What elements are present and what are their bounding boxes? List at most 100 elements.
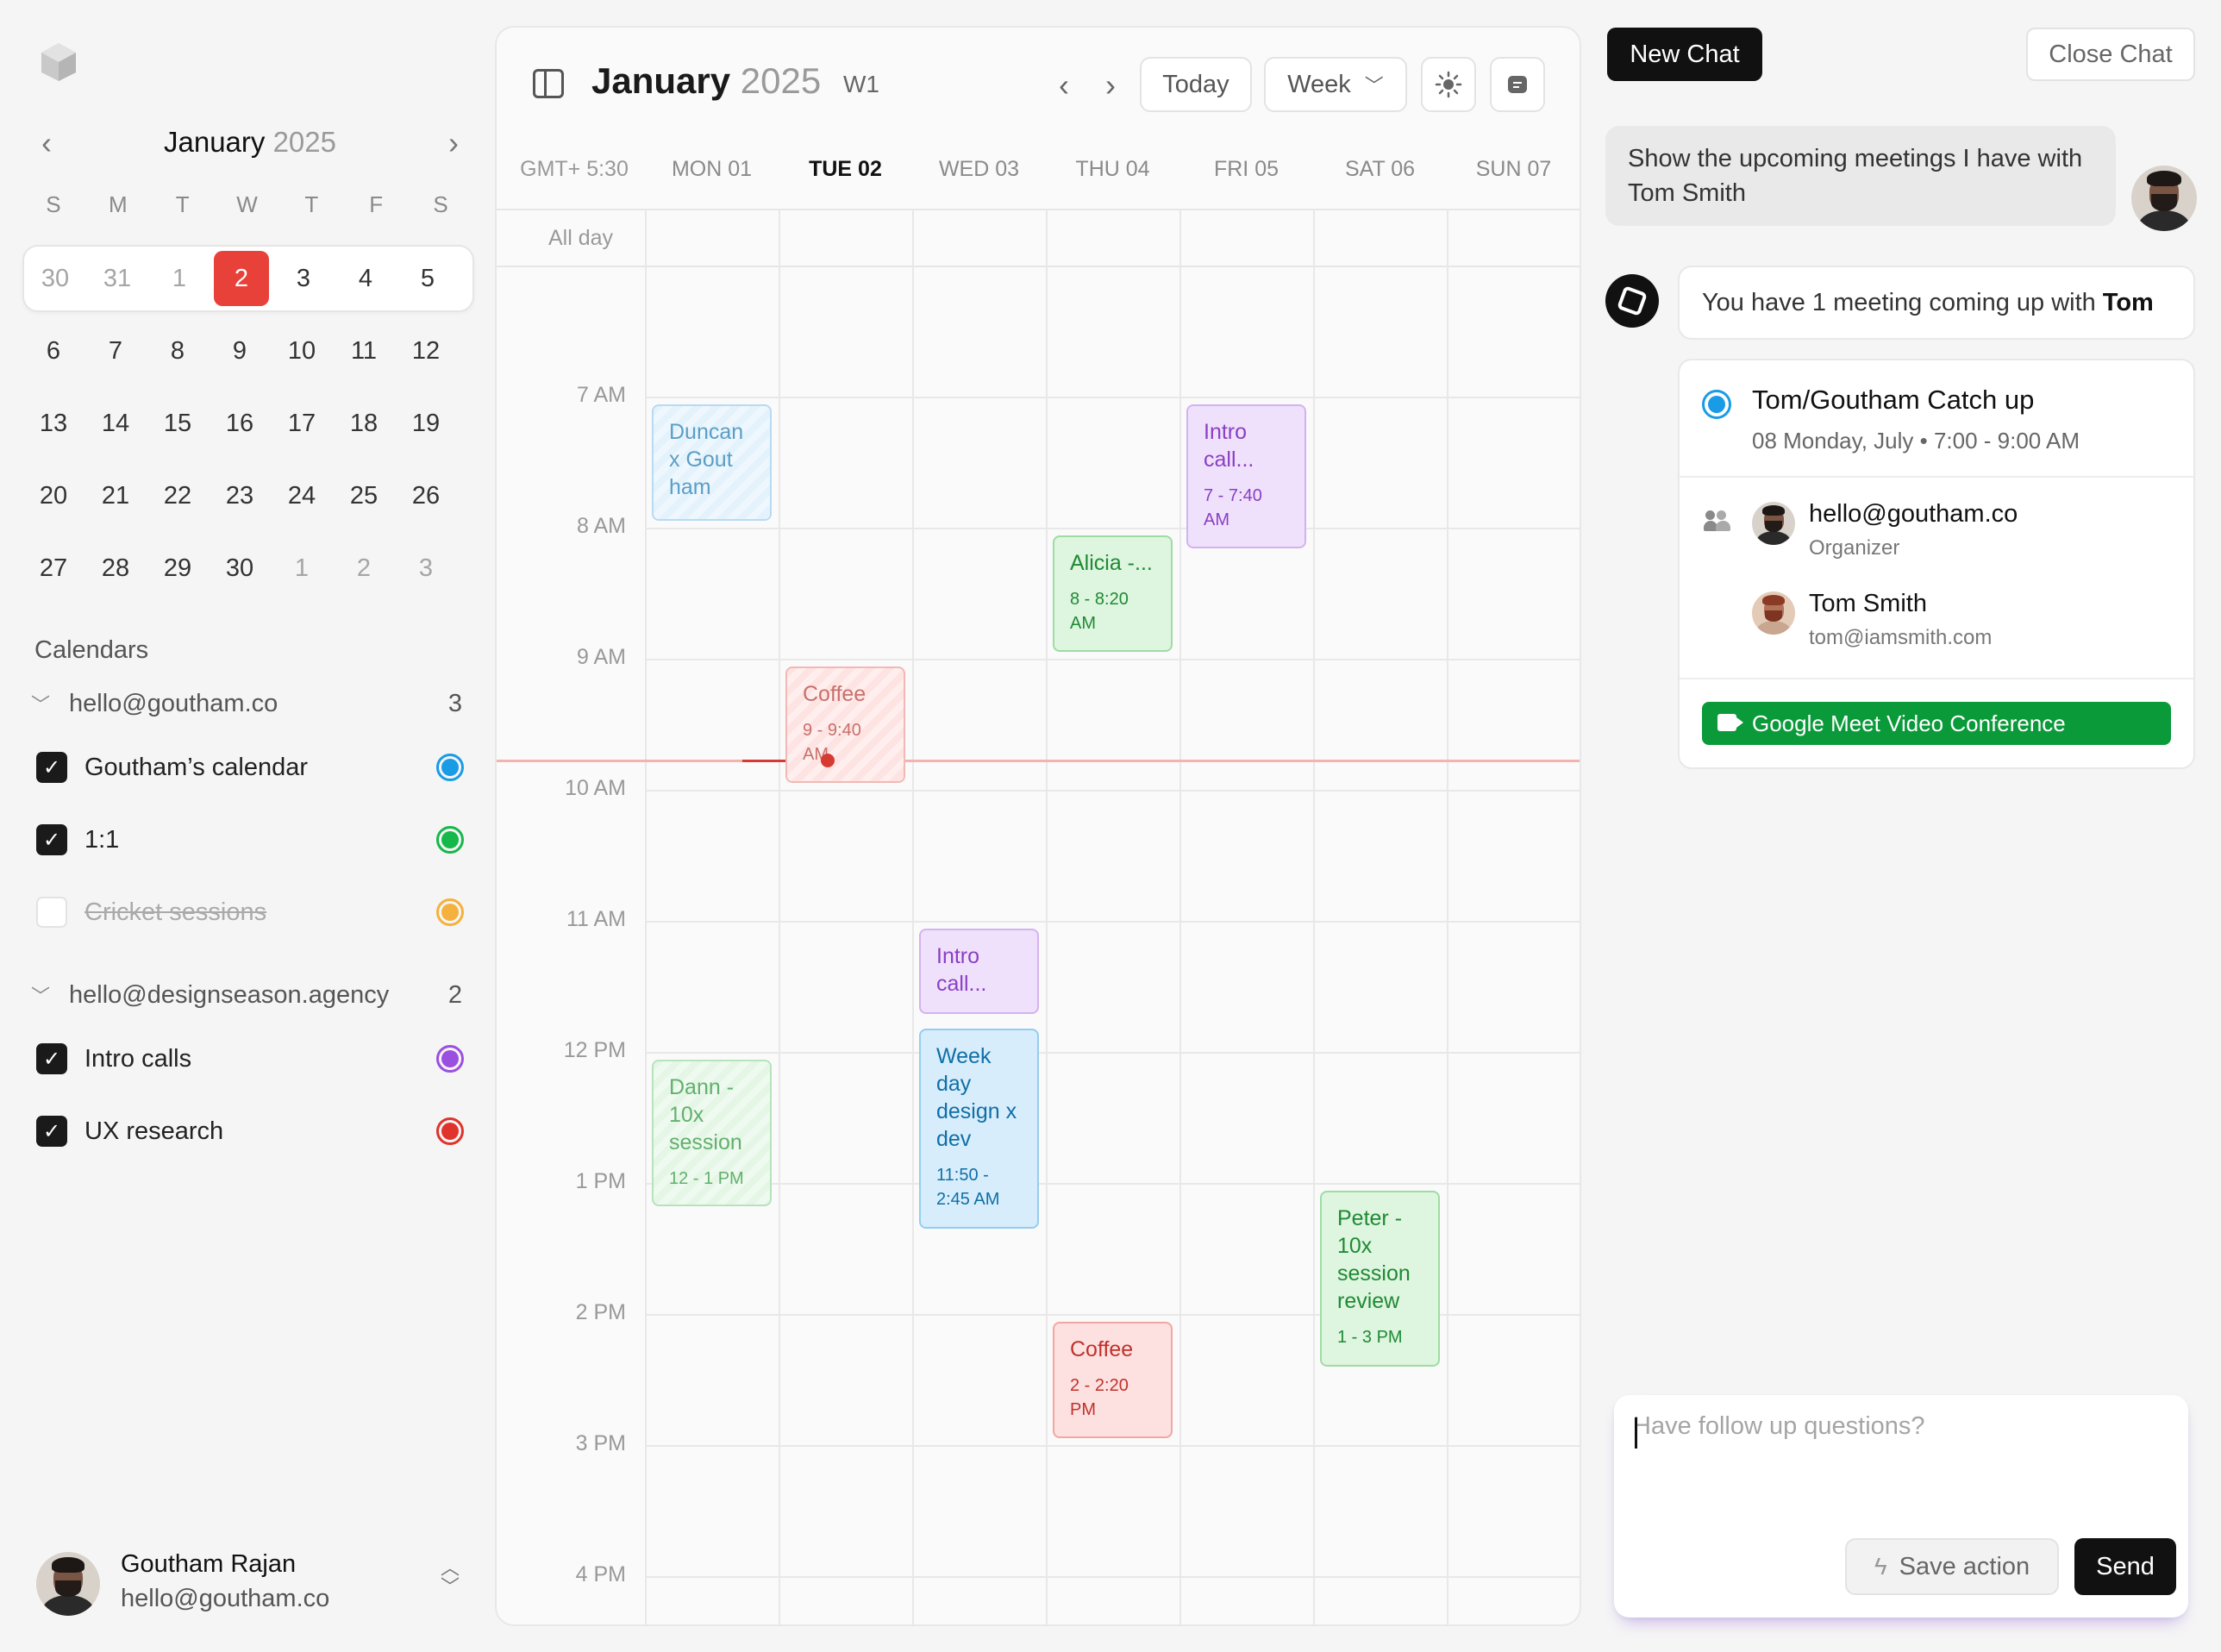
chat-toggle-button[interactable] (1490, 57, 1545, 112)
mini-day[interactable]: 1 (148, 251, 210, 306)
calendar-event[interactable]: Alicia -... 8 - 8:20 AM (1053, 535, 1173, 653)
mini-day[interactable]: 31 (86, 251, 148, 306)
close-chat-button[interactable]: Close Chat (2026, 28, 2195, 81)
sidebar-toggle-icon[interactable] (533, 69, 564, 98)
calendar-event[interactable]: Week day design x dev 11:50 - 2:45 AM (919, 1028, 1039, 1230)
video-camera-icon (1717, 714, 1736, 731)
calendar-checkbox[interactable]: ✓ (36, 824, 67, 855)
day-header[interactable]: THU 04 (1046, 157, 1179, 191)
mini-day[interactable]: 17 (271, 396, 333, 451)
mini-day[interactable]: 12 (395, 323, 457, 379)
mini-day[interactable]: 6 (22, 323, 84, 379)
calendar-item[interactable]: ✓ Goutham’s calendar (36, 748, 464, 786)
time-grid[interactable]: 7 AM 8 AM 9 AM 10 AM 11 AM 12 PM 1 PM 2 PM 3 PM 4… (497, 267, 1580, 1624)
mini-day[interactable]: 3 (272, 251, 335, 306)
day-header[interactable]: TUE 02 (779, 157, 912, 191)
mini-day[interactable]: 20 (22, 468, 84, 523)
mini-week-row: 20 21 22 23 24 25 26 (22, 462, 474, 529)
mini-next-month-button[interactable]: › (433, 121, 474, 166)
day-header[interactable]: SUN 07 (1447, 157, 1580, 191)
mini-day[interactable]: 2 (333, 541, 395, 596)
attendee-email: tom@iamsmith.com (1809, 626, 1993, 649)
event-time: 11:50 - 2:45 AM (936, 1165, 1000, 1209)
mini-day[interactable]: 30 (209, 541, 271, 596)
mini-day[interactable]: 5 (397, 251, 459, 306)
view-select[interactable]: Week ﹀ (1264, 57, 1407, 112)
calendar-event[interactable]: Peter - 10x session review 1 - 3 PM (1320, 1191, 1440, 1367)
calendar-item[interactable]: ✓ 1:1 (36, 821, 464, 859)
mini-year: 2025 (272, 126, 336, 158)
calendar-item[interactable]: Cricket sessions (36, 893, 464, 931)
today-button[interactable]: Today (1140, 57, 1252, 112)
weekday-header: W (236, 191, 258, 217)
calendar-account-email: hello@designseason.agency (69, 980, 390, 1009)
mini-day[interactable]: 4 (335, 251, 397, 306)
mini-day[interactable]: 11 (333, 323, 395, 379)
calendar-event[interactable]: Intro call... (919, 929, 1039, 1014)
mini-day[interactable]: 1 (271, 541, 333, 596)
next-week-button[interactable]: › (1093, 64, 1128, 107)
mini-day[interactable]: 22 (147, 468, 209, 523)
calendar-checkbox[interactable]: ✓ (36, 1043, 67, 1074)
send-button[interactable]: Send (2074, 1538, 2176, 1595)
calendar-account-row[interactable]: ﹀ hello@designseason.agency 2 (31, 976, 462, 1014)
today-label: Today (1162, 70, 1229, 98)
calendar-item[interactable]: ✓ Intro calls (36, 1040, 464, 1078)
event-title: Duncan x Gout ham (669, 420, 744, 500)
prev-week-button[interactable]: ‹ (1047, 64, 1081, 107)
user-profile[interactable]: Goutham Rajan hello@goutham.co ︿ ﹀ (36, 1549, 467, 1618)
mini-day[interactable]: 19 (395, 396, 457, 451)
calendar-item[interactable]: ✓ UX research (36, 1112, 464, 1150)
new-chat-label: New Chat (1630, 40, 1740, 68)
mini-day[interactable]: 16 (209, 396, 271, 451)
google-meet-button[interactable]: Google Meet Video Conference (1702, 702, 2171, 745)
mini-day[interactable]: 13 (22, 396, 84, 451)
mini-day[interactable]: 30 (24, 251, 86, 306)
account-switch-icon[interactable]: ︿ ﹀ (433, 1559, 467, 1605)
chat-icon (1508, 76, 1527, 93)
mini-day[interactable]: 28 (84, 541, 147, 596)
mini-day[interactable]: 18 (333, 396, 395, 451)
day-header[interactable]: SAT 06 (1313, 157, 1447, 191)
calendar-event[interactable]: Coffee 9 - 9:40 AM (785, 666, 905, 784)
title-month: January (591, 60, 731, 101)
mini-day[interactable]: 10 (271, 323, 333, 379)
mini-day[interactable]: 25 (333, 468, 395, 523)
calendar-account-row[interactable]: ﹀ hello@goutham.co 3 (31, 685, 462, 723)
calendar-event[interactable]: Duncan x Gout ham (652, 404, 772, 522)
chevron-down-icon: ﹀ (1364, 75, 1384, 97)
mini-day[interactable]: 26 (395, 468, 457, 523)
chevron-down-icon[interactable]: ﹀ (31, 981, 53, 1009)
day-header[interactable]: FRI 05 (1179, 157, 1313, 191)
mini-day[interactable]: 9 (209, 323, 271, 379)
hour-label: 9 AM (577, 645, 626, 669)
day-header[interactable]: MON 01 (645, 157, 779, 191)
calendar-event[interactable]: Coffee 2 - 2:20 PM (1053, 1322, 1173, 1439)
day-header[interactable]: WED 03 (912, 157, 1046, 191)
mini-day[interactable]: 3 (395, 541, 457, 596)
chevron-down-icon[interactable]: ﹀ (31, 690, 53, 717)
mini-day[interactable]: 24 (271, 468, 333, 523)
user-name: Goutham Rajan (121, 1550, 297, 1578)
mini-day[interactable]: 15 (147, 396, 209, 451)
new-chat-button[interactable]: New Chat (1607, 28, 1762, 81)
mini-day[interactable]: 23 (209, 468, 271, 523)
calendar-event[interactable]: Intro call... 7 - 7:40 AM (1186, 404, 1306, 549)
mini-day[interactable]: 8 (147, 323, 209, 379)
mini-day-today[interactable]: 2 (214, 251, 269, 306)
all-day-row[interactable] (497, 209, 1580, 267)
user-avatar (36, 1552, 100, 1616)
mini-day[interactable]: 14 (84, 396, 147, 451)
mini-day[interactable]: 29 (147, 541, 209, 596)
mini-day[interactable]: 27 (22, 541, 84, 596)
mini-day[interactable]: 7 (84, 323, 147, 379)
calendar-checkbox[interactable]: ✓ (36, 1116, 67, 1147)
save-action-button[interactable]: ϟ Save action (1845, 1538, 2059, 1595)
follow-up-input[interactable] (1633, 1412, 2168, 1507)
calendar-checkbox[interactable] (36, 897, 67, 928)
calendar-checkbox[interactable]: ✓ (36, 752, 67, 783)
calendar-event[interactable]: Dann - 10x session 12 - 1 PM (652, 1060, 772, 1207)
mini-day[interactable]: 21 (84, 468, 147, 523)
theme-toggle-button[interactable] (1421, 57, 1476, 112)
meeting-card[interactable]: Tom/Goutham Catch up 08 Monday, July • 7… (1678, 359, 2195, 769)
